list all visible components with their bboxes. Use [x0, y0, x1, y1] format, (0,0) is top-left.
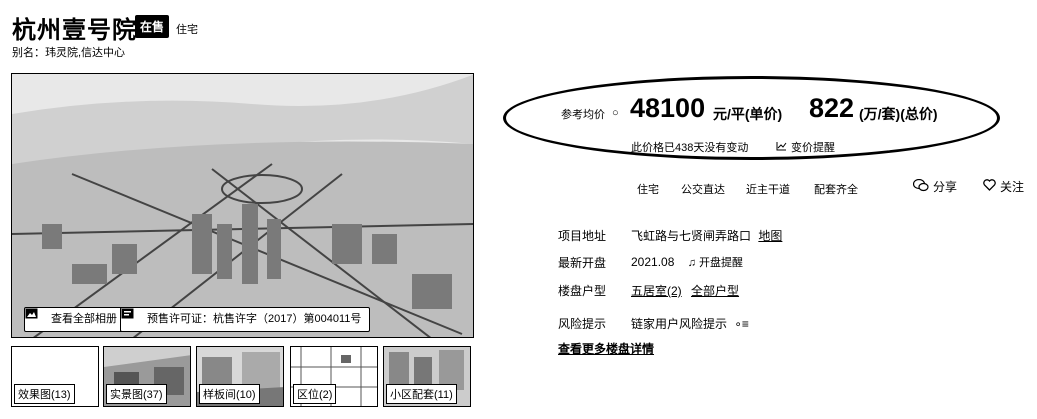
follow-button[interactable]: 关注: [983, 178, 1024, 195]
sale-status-badge: 在售: [135, 15, 170, 38]
tag-item: 公交直达: [681, 184, 725, 196]
thumb-label: 实景图(37): [106, 384, 167, 404]
heart-icon: [983, 179, 996, 194]
thumb-location[interactable]: 区位(2): [290, 346, 378, 407]
share-label: 分享: [933, 180, 958, 194]
layout-value: 五居室(2) 全部户型: [631, 282, 739, 299]
thumb-label: 区位(2): [293, 384, 337, 404]
risk-text: 链家用户风险提示: [631, 317, 728, 331]
license-icon: [121, 308, 142, 325]
thumb-label: 样板间(10): [199, 384, 260, 404]
view-all-photos-button[interactable]: 查看全部相册: [24, 307, 126, 332]
opening-label: 最新开盘: [558, 256, 607, 270]
total-price-unit: (万/套)(总价): [859, 106, 938, 122]
map-link[interactable]: 地图: [758, 229, 782, 243]
page-title: 杭州壹号院: [12, 17, 137, 44]
reference-price-label: 参考均价: [561, 109, 605, 121]
alias-text: 别名：玮灵院,信达中心: [12, 47, 126, 59]
risk-label: 风险提示: [558, 317, 607, 331]
info-icon[interactable]: ○: [612, 107, 619, 119]
opening-date: 2021.08: [631, 255, 675, 269]
unit-price-unit: 元/平(单价): [713, 106, 783, 122]
property-type-tag: 住宅: [176, 24, 198, 36]
more-icon: ∘≡: [734, 317, 749, 331]
unit-price-value: 48100: [630, 93, 706, 123]
opening-reminder-link[interactable]: ♫ 开盘提醒: [688, 257, 743, 269]
share-button[interactable]: 分享: [912, 178, 958, 195]
presale-license-label: 预售许可证：杭售许字（2017）第004011号: [147, 313, 362, 325]
price-alert-label: 变价提醒: [791, 142, 835, 154]
presale-license-button[interactable]: 预售许可证：杭售许字（2017）第004011号: [120, 307, 371, 332]
total-price-value: 822: [809, 93, 855, 123]
chart-icon: [776, 141, 787, 154]
tag-item: 配套齐全: [814, 184, 858, 196]
thumb-facilities[interactable]: 小区配套(11): [383, 346, 471, 407]
layout-all-link[interactable]: 全部户型: [691, 284, 739, 298]
photo-icon: [25, 308, 46, 325]
thumb-renderings[interactable]: 效果图(13): [11, 346, 99, 407]
bell-icon: ♫: [687, 257, 696, 269]
address-text: 飞虹路与七贤闸弄路口: [631, 229, 752, 243]
follow-label: 关注: [1000, 180, 1025, 194]
risk-value[interactable]: 链家用户风险提示 ∘≡: [631, 315, 749, 332]
thumb-real-photos[interactable]: 实景图(37): [103, 346, 191, 407]
thumb-label: 效果图(13): [14, 384, 75, 404]
layout-five-room-link[interactable]: 五居室(2): [631, 284, 682, 298]
thumb-model-rooms[interactable]: 样板间(10): [196, 346, 284, 407]
address-label: 项目地址: [558, 229, 607, 243]
wechat-icon: [912, 178, 929, 195]
opening-value: 2021.08 ♫ 开盘提醒: [631, 254, 743, 270]
opening-reminder-label: 开盘提醒: [699, 257, 744, 269]
price-alert-link[interactable]: 变价提醒: [776, 139, 835, 155]
tag-item: 近主干道: [746, 184, 790, 196]
layout-label: 楼盘户型: [558, 284, 607, 298]
main-aerial-photo[interactable]: 查看全部相册 预售许可证：杭售许字（2017）第004011号: [11, 73, 474, 338]
more-details-link[interactable]: 查看更多楼盘详情: [558, 340, 654, 357]
tag-item: 住宅: [637, 184, 659, 196]
address-value: 飞虹路与七贤闸弄路口 地图: [631, 227, 782, 244]
thumb-label: 小区配套(11): [386, 384, 457, 404]
price-unchanged-note: 此价格已438天没有变动: [631, 142, 749, 154]
view-all-photos-label: 查看全部相册: [51, 313, 117, 325]
